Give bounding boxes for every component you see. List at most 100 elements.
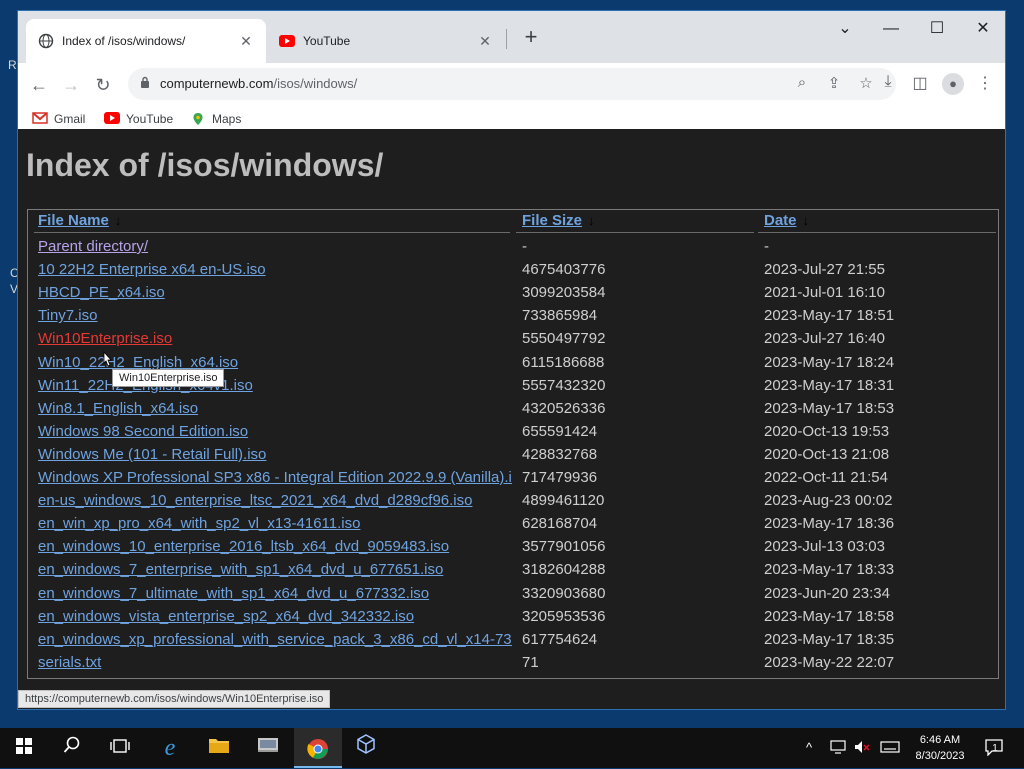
file-link[interactable]: serials.txt (38, 654, 101, 671)
file-link[interactable]: Windows XP Professional SP3 x86 - Integr… (38, 469, 512, 486)
table-row: Tiny7.iso 733865984 2023-May-17 18:51 (28, 307, 998, 330)
notification-count: 1 (992, 743, 998, 754)
file-name-cell: en_windows_xp_professional_with_service_… (38, 631, 512, 649)
file-link[interactable]: en_windows_7_enterprise_with_sp1_x64_dvd… (38, 561, 443, 578)
app-button[interactable] (244, 728, 292, 768)
forward-button[interactable]: → (58, 72, 84, 98)
file-link[interactable]: en_windows_7_ultimate_with_sp1_x64_dvd_u… (38, 585, 429, 602)
clock-date: 8/30/2023 (915, 750, 965, 762)
file-link[interactable]: 10 22H2 Enterprise x64 en-US.iso (38, 261, 266, 278)
header-divider (758, 232, 996, 233)
file-link[interactable]: Tiny7.iso (38, 307, 97, 324)
ie-button[interactable]: e (146, 728, 194, 768)
file-date-cell: 2023-May-22 22:07 (764, 653, 895, 671)
file-size-cell: 3205953536 (522, 607, 606, 625)
sort-file-name-link[interactable]: File Name (38, 212, 109, 229)
notification-center-button[interactable]: 1 (984, 738, 1006, 756)
start-button[interactable] (0, 728, 48, 768)
file-name-cell: Win8.1_English_x64.iso (38, 400, 512, 418)
file-explorer-button[interactable] (195, 728, 243, 768)
link-tooltip: Win10Enterprise.iso (112, 369, 225, 387)
side-panel-icon[interactable]: ◫ (908, 73, 932, 93)
close-icon[interactable]: ✕ (238, 33, 254, 50)
file-date-cell: 2023-May-17 18:33 (764, 561, 895, 579)
globe-icon (38, 33, 54, 49)
tab-index-of-isos-windows[interactable]: Index of /isos/windows/ ✕ (26, 19, 266, 63)
file-size-cell: 3320903680 (522, 584, 606, 602)
maximize-button[interactable]: ☐ (914, 15, 960, 43)
new-tab-button[interactable]: + (518, 24, 544, 50)
file-link[interactable]: en_windows_vista_enterprise_sp2_x64_dvd_… (38, 608, 414, 625)
file-name-cell: Win11_22H2_English_x64v1.iso (38, 377, 512, 395)
file-size-cell: 6115186688 (522, 353, 605, 371)
sort-date-link[interactable]: Date (764, 212, 797, 229)
search-button[interactable] (48, 728, 96, 768)
bookmark-gmail[interactable]: Gmail (32, 112, 85, 126)
table-row: Win8.1_English_x64.iso 4320526336 2023-May… (28, 400, 998, 423)
file-date-cell: 2023-May-17 18:58 (764, 607, 895, 625)
clock[interactable]: 6:46 AM 8/30/2023 (906, 732, 974, 764)
file-date-cell: 2021-Jul-01 16:10 (764, 284, 885, 302)
show-hidden-icons-button[interactable]: ^ (806, 740, 812, 755)
lock-icon[interactable] (140, 76, 150, 91)
file-link[interactable]: en_windows_10_enterprise_2016_ltsb_x64_d… (38, 538, 449, 555)
file-link[interactable]: Win8.1_English_x64.iso (38, 400, 198, 417)
task-view-button[interactable] (96, 728, 144, 768)
address-bar[interactable]: computernewb.com/isos/windows/ ⌕ ⇪ ☆ (128, 68, 896, 100)
parent-directory-row: Parent directory/ - - (28, 238, 998, 261)
menu-icon[interactable]: ⋮ (973, 73, 997, 93)
close-icon[interactable]: ✕ (477, 33, 493, 50)
file-date-cell: - (764, 238, 769, 255)
table-row: en_windows_vista_enterprise_sp2_x64_dvd_… (28, 608, 998, 631)
file-link[interactable]: en_win_xp_pro_x64_with_sp2_vl_x13-41611.… (38, 515, 360, 532)
file-link[interactable]: en-us_windows_10_enterprise_ltsc_2021_x6… (38, 492, 472, 509)
file-link[interactable]: HBCD_PE_x64.iso (38, 284, 165, 301)
sort-file-size-link[interactable]: File Size (522, 212, 582, 229)
search-icon (63, 736, 80, 753)
browser-toolbar: ← → ↻ computernewb.com/isos/windows/ ⌕ ⇪… (18, 63, 1005, 105)
profile-avatar[interactable]: ● (942, 73, 964, 95)
volume-muted-icon[interactable] (854, 740, 870, 757)
file-size-cell: - (522, 238, 527, 255)
file-link[interactable]: Windows Me (101 - Retail Full).iso (38, 446, 266, 463)
header-file-size[interactable]: File Size ↓ (522, 212, 752, 229)
share-icon[interactable]: ⇪ (824, 74, 844, 92)
file-date-cell: 2023-Aug-23 00:02 (764, 492, 893, 510)
file-link[interactable]: Win10_22H2_English_x64.iso (38, 354, 238, 371)
cube-icon (357, 734, 375, 754)
bookmark-maps[interactable]: Maps (190, 112, 241, 126)
back-button[interactable]: ← (26, 72, 52, 98)
table-row: HBCD_PE_x64.iso 3099203584 2021-Jul-01 16:… (28, 284, 998, 307)
tab-search-button[interactable]: ⌄ (822, 15, 868, 43)
header-file-name[interactable]: File Name ↓ (38, 212, 512, 229)
file-date-cell: 2023-Jun-20 23:34 (764, 584, 890, 602)
keyboard-icon[interactable] (880, 740, 900, 757)
file-size-cell: 5550497792 (522, 330, 606, 348)
tab-separator (506, 29, 507, 49)
file-link[interactable]: Parent directory/ (38, 238, 148, 255)
file-date-cell: 2023-Jul-13 03:03 (764, 538, 885, 556)
network-icon[interactable] (830, 740, 846, 757)
file-size-cell: 733865984 (522, 307, 598, 325)
minimize-button[interactable]: — (868, 15, 914, 43)
youtube-icon (104, 112, 120, 126)
reload-button[interactable]: ↻ (90, 72, 116, 98)
table-row: Windows 98 Second Edition.iso 655591424 20… (28, 423, 998, 446)
search-icon[interactable]: ⌕ (792, 74, 812, 91)
chrome-button[interactable] (294, 728, 342, 768)
bookmark-youtube[interactable]: YouTube (104, 112, 173, 126)
file-size-cell: 4675403776 (522, 261, 606, 279)
file-name-cell: Windows XP Professional SP3 x86 - Integr… (38, 469, 512, 487)
file-name-cell: en_windows_10_enterprise_2016_ltsb_x64_d… (38, 538, 512, 556)
window-close-button[interactable]: ✕ (960, 15, 1006, 43)
download-icon[interactable]: ⤓ (876, 73, 900, 91)
url-text[interactable]: computernewb.com/isos/windows/ (160, 76, 357, 91)
tab-youtube[interactable]: YouTube ✕ (267, 19, 505, 63)
virtualbox-button[interactable] (342, 728, 390, 768)
file-link[interactable]: Windows 98 Second Edition.iso (38, 423, 248, 440)
header-date[interactable]: Date ↓ (764, 212, 994, 229)
table-row: en-us_windows_10_enterprise_ltsc_2021_x6… (28, 492, 998, 515)
bookmark-star-icon[interactable]: ☆ (856, 74, 876, 92)
file-link[interactable]: Win10Enterprise.iso (38, 330, 172, 347)
file-link[interactable]: en_windows_xp_professional_with_service_… (38, 631, 512, 648)
